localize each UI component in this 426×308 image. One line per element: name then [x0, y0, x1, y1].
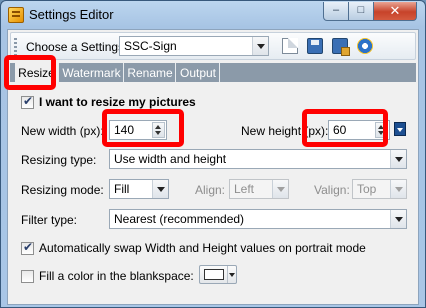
chevron-down-icon	[252, 37, 268, 55]
chevron-down-icon	[390, 150, 406, 168]
maximize-button[interactable]: □	[348, 2, 374, 21]
resizing-mode-select[interactable]: Fill	[109, 179, 169, 199]
color-swatch	[204, 269, 224, 280]
new-width-label: New width (px):	[21, 124, 104, 138]
align-label: Align:	[195, 183, 226, 197]
settings-toolbar: Choose a Settings: SSC-Sign	[10, 32, 416, 60]
chevron-down-icon	[152, 180, 168, 198]
filter-type-select[interactable]: Nearest (recommended)	[109, 209, 407, 229]
fill-color-label: Fill a color in the blankspace:	[39, 269, 194, 283]
valign-label: Valign:	[314, 183, 350, 197]
resizing-mode-label: Resizing mode:	[21, 183, 104, 197]
app-icon	[8, 7, 24, 23]
client-area: Choose a Settings: SSC-Sign Resize Water…	[7, 29, 419, 305]
save-icon[interactable]	[307, 38, 323, 54]
new-height-stepper[interactable]: 60	[328, 120, 390, 140]
filter-type-label: Filter type:	[21, 213, 78, 227]
tab-output[interactable]: Output	[177, 63, 220, 82]
title-bar[interactable]: Settings Editor – □ ✕	[1, 1, 425, 29]
toolbar-grip-icon[interactable]	[14, 38, 17, 55]
tab-rename[interactable]: Rename	[125, 63, 176, 82]
resizing-type-value: Use width and height	[114, 152, 227, 166]
chevron-down-icon	[227, 266, 236, 283]
dropdown-arrow-icon[interactable]	[394, 122, 406, 136]
new-width-value: 140	[114, 123, 135, 137]
settings-select[interactable]: SSC-Sign	[119, 36, 269, 56]
tab-strip: Resize Watermark Rename Output	[10, 63, 416, 84]
tab-resize[interactable]: Resize	[15, 63, 59, 84]
settings-editor-window: Settings Editor – □ ✕ Choose a Settings:…	[0, 0, 426, 308]
minimize-button[interactable]: –	[323, 2, 349, 21]
valign-value: Top	[357, 182, 377, 196]
valign-select[interactable]: Top	[352, 179, 407, 199]
resize-enable-label: I want to resize my pictures	[39, 95, 196, 109]
new-width-stepper[interactable]: 140	[109, 120, 167, 140]
swap-dimensions-checkbox[interactable]	[21, 240, 34, 255]
filter-type-value: Nearest (recommended)	[114, 212, 245, 226]
chevron-down-icon	[390, 180, 406, 198]
choose-settings-label: Choose a Settings:	[26, 40, 128, 54]
align-select[interactable]: Left	[229, 179, 289, 199]
chevron-down-icon	[390, 210, 406, 228]
stepper-arrows-icon[interactable]	[375, 122, 388, 138]
new-height-value: 60	[333, 123, 347, 137]
resize-enable-checkbox[interactable]	[21, 94, 34, 109]
close-button[interactable]: ✕	[373, 2, 417, 21]
chevron-down-icon	[272, 180, 288, 198]
new-file-icon[interactable]	[282, 38, 298, 54]
window-title: Settings Editor	[29, 7, 114, 22]
resizing-mode-value: Fill	[114, 182, 130, 196]
save-as-icon[interactable]	[332, 38, 350, 56]
resizing-type-label: Resizing type:	[21, 153, 97, 167]
stepper-arrows-icon[interactable]	[152, 122, 165, 138]
settings-icon[interactable]	[357, 38, 373, 54]
new-height-label: New height (px):	[241, 124, 329, 138]
tab-watermark[interactable]: Watermark	[60, 63, 124, 82]
fill-color-checkbox[interactable]	[21, 270, 34, 283]
resizing-type-select[interactable]: Use width and height	[109, 149, 407, 169]
settings-select-value: SSC-Sign	[124, 39, 177, 53]
fill-color-picker[interactable]	[199, 265, 237, 284]
align-value: Left	[234, 182, 255, 196]
resize-panel: I want to resize my pictures New width (…	[10, 82, 416, 304]
swap-dimensions-label: Automatically swap Width and Height valu…	[39, 241, 366, 255]
